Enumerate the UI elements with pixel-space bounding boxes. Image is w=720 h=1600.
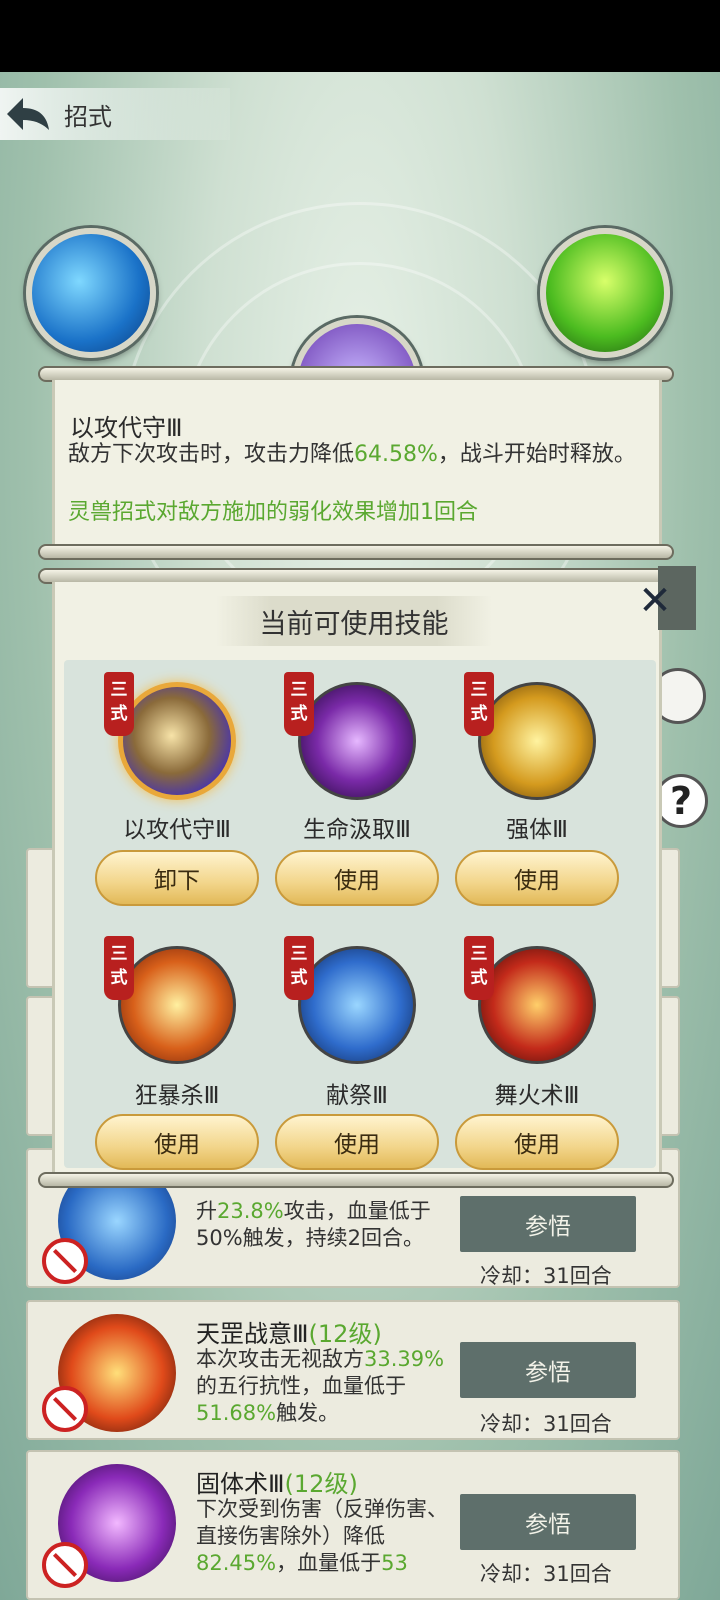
popup-title: 当前可使用技能 <box>216 596 492 646</box>
dark-hand-icon[interactable] <box>298 682 416 800</box>
tier-tag: 三式 <box>104 672 134 736</box>
skill-title: 固体术Ⅲ(12级) <box>196 1470 358 1498</box>
use-button[interactable]: 使用 <box>455 850 619 906</box>
use-button[interactable]: 使用 <box>95 1114 259 1170</box>
tooltip-skill-name: 以攻代守Ⅲ <box>70 414 183 442</box>
use-button[interactable]: 使用 <box>455 1114 619 1170</box>
close-icon[interactable]: ✕ <box>628 574 682 628</box>
skill-name: 生命汲取Ⅲ <box>303 817 411 843</box>
equipped-skill-orb-left[interactable] <box>26 228 156 358</box>
tier-tag: 三式 <box>104 936 134 1000</box>
skill-name: 献祭Ⅲ <box>326 1083 388 1109</box>
comprehend-button[interactable]: 参悟 <box>460 1196 636 1252</box>
blade-icon[interactable] <box>118 946 236 1064</box>
page-title: 招式 <box>64 102 112 131</box>
forbidden-icon[interactable] <box>42 1386 88 1432</box>
list-item: 固体术Ⅲ(12级) 下次受到伤害（反弹伤害、直接伤害除外）降低82.45%，血量… <box>26 1450 680 1600</box>
tier-tag: 三式 <box>284 936 314 1000</box>
unequip-button[interactable]: 卸下 <box>95 850 259 906</box>
cooldown-text: 冷却：31回合 <box>480 1412 612 1436</box>
status-bar <box>0 0 720 72</box>
scroll-rod <box>38 1172 674 1188</box>
back-bar[interactable]: 招式 <box>0 88 230 140</box>
fire-swirl-icon[interactable] <box>478 946 596 1064</box>
shield-icon[interactable] <box>118 682 236 800</box>
tooltip-description: 敌方下次攻击时，攻击力降低64.58%，战斗开始时释放。 <box>68 442 636 467</box>
tooltip-extra-effect: 灵兽招式对敌方施加的弱化效果增加1回合 <box>68 500 478 525</box>
forbidden-icon[interactable] <box>42 1238 88 1284</box>
skill-name: 强体Ⅲ <box>506 817 568 843</box>
equipped-skill-orb-right[interactable] <box>540 228 670 358</box>
use-button[interactable]: 使用 <box>275 1114 439 1170</box>
comprehend-button[interactable]: 参悟 <box>460 1342 636 1398</box>
scroll-rod <box>38 544 674 560</box>
skill-desc: 本次攻击无视敌方33.39%的五行抗性，血量低于51.68%触发。 <box>196 1347 445 1425</box>
cooldown-text: 冷却：31回合 <box>480 1264 612 1288</box>
tier-tag: 三式 <box>464 672 494 736</box>
skill-title: 天罡战意Ⅲ(12级) <box>196 1320 382 1348</box>
forbidden-icon[interactable] <box>42 1542 88 1588</box>
skill-name: 以攻代守Ⅲ <box>123 817 231 843</box>
skill-name: 舞火术Ⅲ <box>494 1083 580 1109</box>
skill-name: 狂暴杀Ⅲ <box>134 1083 220 1109</box>
meditate-icon[interactable] <box>478 682 596 800</box>
cooldown-text: 冷却：31回合 <box>480 1562 612 1586</box>
list-item: 天罡战意Ⅲ(12级) 本次攻击无视敌方33.39%的五行抗性，血量低于51.68… <box>26 1300 680 1440</box>
comprehend-button[interactable]: 参悟 <box>460 1494 636 1550</box>
whirlwind-icon[interactable] <box>298 946 416 1064</box>
tier-tag: 三式 <box>464 936 494 1000</box>
back-arrow-icon[interactable] <box>0 88 56 140</box>
skill-desc: 升23.8%攻击，血量低于50%触发，持续2回合。 <box>196 1199 431 1250</box>
use-button[interactable]: 使用 <box>275 850 439 906</box>
tier-tag: 三式 <box>284 672 314 736</box>
skill-desc: 下次受到伤害（反弹伤害、直接伤害除外）降低82.45%，血量低于53 <box>196 1497 448 1575</box>
help-icon[interactable]: ? <box>654 774 708 828</box>
